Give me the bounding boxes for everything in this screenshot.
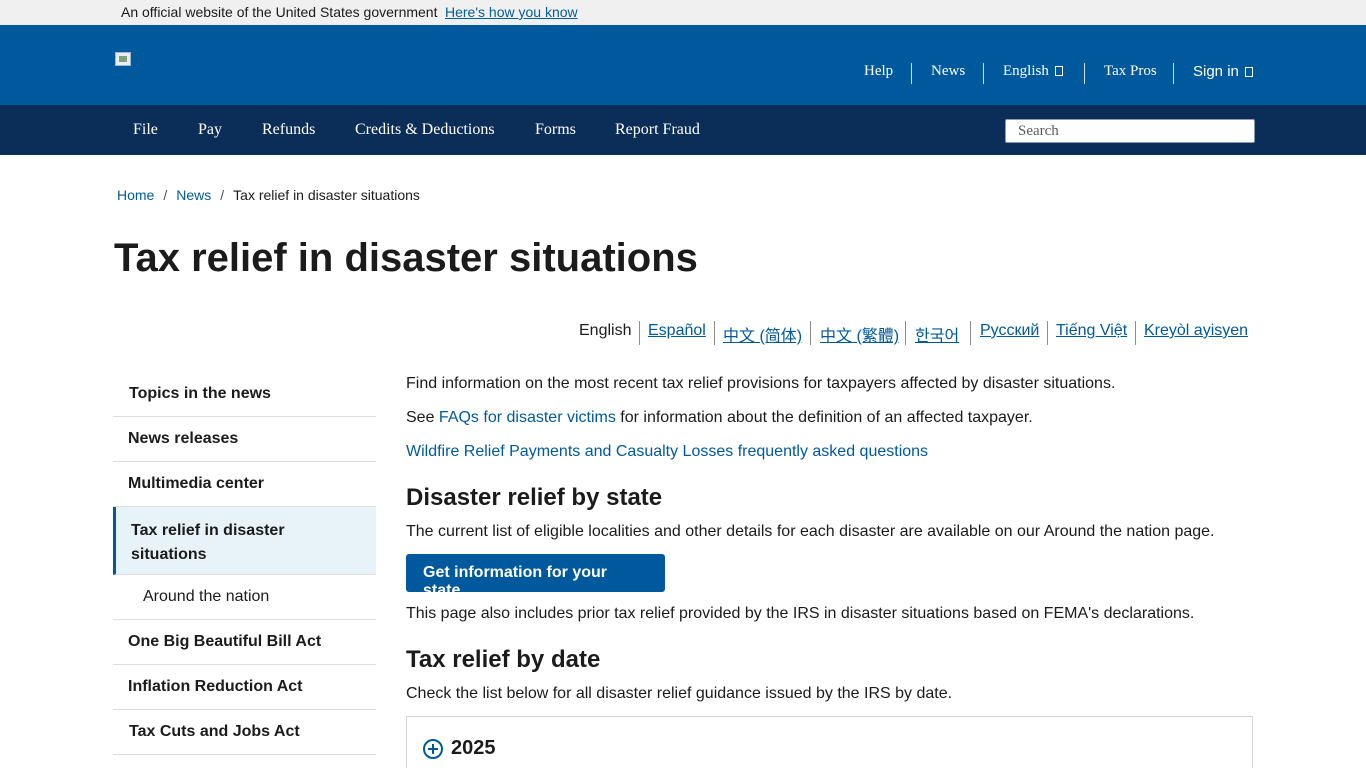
main-nav: File Pay Refunds Credits & Deductions Fo… [0, 105, 1366, 155]
sidebar-item-around-the-nation[interactable]: Around the nation [113, 575, 376, 620]
sidebar-item-label: Inflation Reduction Act [128, 678, 303, 695]
faq-disaster-victims-link[interactable]: FAQs for disaster victims [439, 409, 616, 426]
faq-paragraph: See FAQs for disaster victims for inform… [406, 409, 1256, 427]
lang-link-chinese-simplified[interactable]: 中文 (简体) [723, 322, 802, 346]
lang-divider [905, 321, 906, 345]
sidebar-item-label: One Big Beautiful Bill Act [128, 633, 322, 650]
gov-banner-text: An official website of the United States… [121, 4, 438, 20]
nav-file[interactable]: File [133, 121, 158, 139]
nav-credits-deductions[interactable]: Credits & Deductions [355, 121, 495, 139]
sidebar-item-label: Around the nation [143, 588, 270, 605]
get-state-info-button[interactable]: Get information for your state [406, 554, 665, 599]
gov-banner: An official website of the United States… [0, 0, 1366, 25]
breadcrumb-separator: / [220, 187, 225, 203]
sidebar-item-label: Tax Cuts and Jobs Act [129, 723, 300, 740]
sidebar-item-news-releases[interactable]: News releases [113, 417, 376, 462]
language-menu[interactable]: English [1003, 63, 1063, 80]
breadcrumb-news[interactable]: News [176, 187, 211, 203]
lang-current: English [579, 322, 632, 339]
lock-icon [1244, 67, 1253, 77]
sidebar-item-multimedia-center[interactable]: Multimedia center [113, 462, 376, 507]
lang-divider [714, 321, 715, 345]
sidebar-item-label: News releases [128, 430, 239, 447]
nav-pay[interactable]: Pay [198, 121, 222, 139]
disaster-relief-by-state-heading: Disaster relief by state [406, 484, 663, 511]
irs-logo[interactable] [115, 52, 131, 66]
lang-link-chinese-traditional[interactable]: 中文 (繁體) [820, 322, 899, 346]
sidebar-item-tax-cuts-and-jobs-act[interactable]: Tax Cuts and Jobs Act [113, 710, 376, 755]
lang-divider [1135, 321, 1136, 345]
sign-in-label: Sign in [1193, 63, 1239, 80]
sidebar-item-one-big-beautiful-bill-act[interactable]: One Big Beautiful Bill Act [113, 620, 376, 665]
lang-link-haitian-creole[interactable]: Kreyòl ayisyen [1144, 322, 1248, 340]
sidebar-item-label-line: situations [131, 546, 207, 563]
util-divider [1173, 63, 1174, 84]
util-divider [1084, 63, 1085, 84]
search-input[interactable] [1005, 119, 1255, 143]
breadcrumb-current: Tax relief in disaster situations [233, 187, 420, 203]
page-title: Tax relief in disaster situations [114, 236, 698, 280]
sidebar-item-label: Topics in the news [129, 385, 271, 402]
breadcrumb: Home / News / Tax relief in disaster situati… [117, 187, 420, 203]
prior-relief-text: This page also includes prior tax relief… [406, 605, 1195, 622]
tax-pros-link[interactable]: Tax Pros [1104, 63, 1157, 80]
wildfire-faq-link[interactable]: Wildfire Relief Payments and Casualty Lo… [406, 443, 928, 460]
breadcrumb-home[interactable]: Home [117, 187, 154, 203]
by-date-text: Check the list below for all disaster re… [406, 685, 953, 702]
help-link[interactable]: Help [864, 63, 893, 80]
intro-text: Find information on the most recent tax … [406, 375, 1116, 392]
faq-prefix: See [406, 409, 439, 426]
accordion-2025[interactable]: 2025 [406, 716, 1253, 768]
util-divider [983, 63, 984, 84]
heres-how-you-know-link[interactable]: Here's how you know [445, 4, 578, 20]
news-link[interactable]: News [931, 63, 965, 80]
tax-relief-by-date-heading: Tax relief by date [406, 646, 601, 673]
by-state-text: The current list of eligible localities … [406, 523, 1215, 540]
sidebar-item-label: Tax relief in disaster situations [131, 519, 285, 567]
sidebar-item-label-line: Tax relief in disaster [131, 522, 285, 539]
sidebar-item-tax-relief[interactable]: Tax relief in disaster situations [113, 507, 376, 575]
sign-in-link[interactable]: Sign in [1193, 63, 1253, 80]
sidebar-item-inflation-reduction-act[interactable]: Inflation Reduction Act [113, 665, 376, 710]
lang-link-vietnamese[interactable]: Tiếng Việt [1056, 322, 1127, 340]
lang-divider [970, 321, 971, 345]
sidebar-item-topics-in-the-news[interactable]: Topics in the news [113, 370, 376, 417]
accordion-label: 2025 [451, 737, 496, 759]
breadcrumb-separator: / [163, 187, 168, 203]
nav-refunds[interactable]: Refunds [262, 121, 315, 139]
language-menu-label: English [1003, 63, 1049, 79]
lang-divider [810, 321, 811, 345]
globe-icon [1054, 66, 1063, 76]
plus-circle-icon [423, 739, 443, 759]
lang-divider [639, 321, 640, 345]
lang-link-russian[interactable]: Русский [980, 322, 1039, 340]
lang-link-korean[interactable]: 한국어 [915, 322, 959, 346]
util-divider [911, 63, 912, 84]
nav-forms[interactable]: Forms [535, 121, 576, 139]
site-header: Help News English Tax Pros Sign in [0, 25, 1366, 105]
nav-report-fraud[interactable]: Report Fraud [615, 121, 700, 139]
wildfire-paragraph: Wildfire Relief Payments and Casualty Lo… [406, 443, 1256, 461]
lang-divider [1047, 321, 1048, 345]
sidebar-item-label: Multimedia center [128, 475, 265, 492]
lang-link-spanish[interactable]: Español [648, 322, 706, 340]
faq-suffix: for information about the definition of … [615, 409, 1033, 426]
